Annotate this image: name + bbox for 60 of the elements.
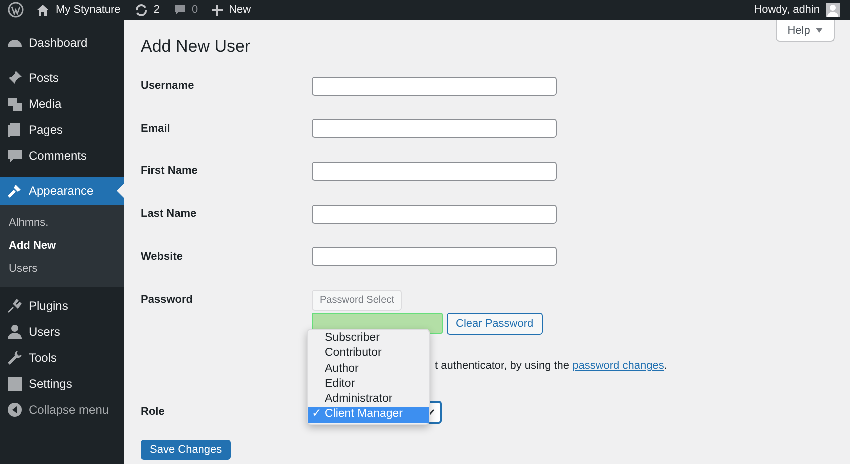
new-link[interactable]: New [212,4,252,16]
pages-icon [7,122,23,138]
role-option[interactable]: Administrator [308,392,429,408]
input-field[interactable] [312,247,557,266]
sidebar-item[interactable]: Comments [0,143,124,169]
wordpress-logo-icon[interactable] [8,2,24,18]
password-select-button[interactable]: Password Select [312,290,402,311]
home-icon [36,4,50,16]
role-option[interactable]: Subscriber [308,330,429,346]
current-pointer-icon [117,184,124,198]
sidebar-item[interactable]: Users [0,319,124,345]
brush-icon [7,183,23,199]
site-name-link[interactable]: My Stynature [36,4,121,16]
refresh-icon [134,4,148,16]
avatar-icon [826,3,840,17]
field-label: Email [141,122,172,135]
updates-link[interactable]: 2 [134,4,160,16]
field-label: Last Name [141,208,198,220]
user-icon [7,324,23,340]
sidebar-item[interactable]: Media [0,91,124,117]
sidebar-item[interactable]: Plugins [0,293,124,319]
clear-password-button[interactable]: Clear Password [447,312,543,335]
collapse-menu-button[interactable]: Collapse menu [0,397,124,423]
password-changes-link[interactable]: password changes [572,360,664,372]
comments-link[interactable]: 0 [174,4,198,16]
sidebar-item[interactable]: Pages [0,117,124,143]
media-icon [7,96,23,112]
sidebar-item[interactable]: Tools [0,345,124,371]
pin-icon [7,70,23,86]
account-link[interactable]: Howdy, adhin [754,3,840,17]
field-label: First Name [141,165,199,178]
field-label: Website [141,250,184,263]
help-button[interactable]: Help [776,20,835,42]
password-hint: t authenticator, by using the password changes. [435,360,668,372]
sidebar-item[interactable]: Settings [0,371,124,397]
sidebar-item[interactable]: Posts [0,65,124,91]
input-field[interactable] [312,119,557,138]
comment-icon [174,4,186,16]
caret-icon [816,28,824,33]
sidebar-item[interactable]: Appearance [0,177,124,205]
wrench-icon [7,350,23,366]
submenu-item[interactable]: Add New [0,235,124,258]
field-label: Role [141,406,166,418]
plus-icon [212,4,224,16]
sidebar-item[interactable]: Dashboard [0,30,124,56]
input-field[interactable] [312,204,557,224]
page-title: Add New User [141,37,251,58]
save-changes-button[interactable]: Save Changes [141,440,232,460]
role-option[interactable]: Author [308,362,429,377]
submenu-item[interactable]: Users [0,258,124,281]
field-label: Username [141,80,196,92]
field-label: Password [141,292,194,308]
submenu-item[interactable]: Alhmns. [0,212,124,235]
input-field[interactable] [312,76,557,96]
plug-icon [7,298,23,314]
input-field[interactable] [312,162,557,181]
role-option[interactable]: Editor [308,376,429,392]
comment-icon [7,148,23,164]
collapse-icon [7,402,23,418]
role-option[interactable]: Contributor [308,346,429,362]
